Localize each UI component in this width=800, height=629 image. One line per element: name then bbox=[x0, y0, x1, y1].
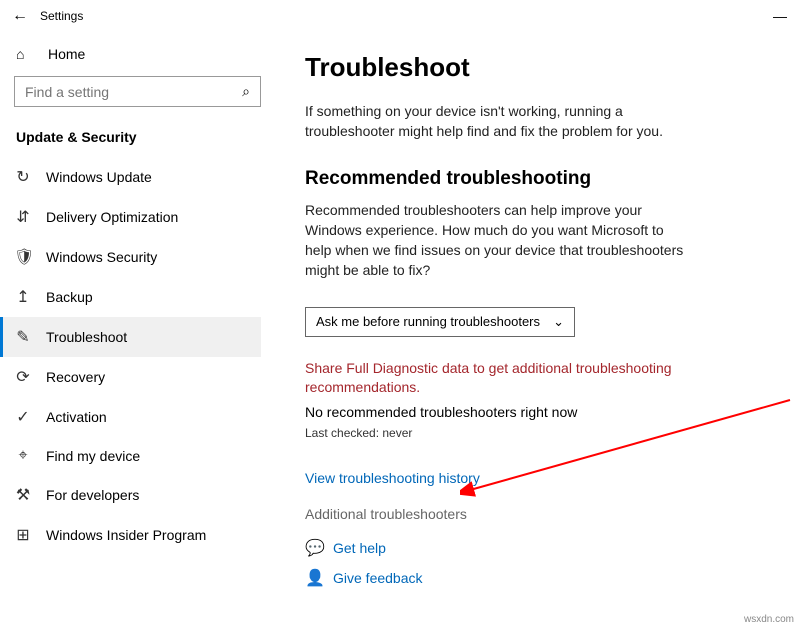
give-feedback-row: 👤 Give feedback bbox=[305, 568, 770, 588]
home-icon: ⌂ bbox=[16, 46, 34, 62]
insider-icon: ⊞ bbox=[14, 525, 32, 545]
tools-icon: ⚒ bbox=[14, 485, 32, 505]
sidebar-item-label: Troubleshoot bbox=[46, 329, 127, 345]
minimize-button[interactable]: — bbox=[766, 8, 794, 24]
search-input[interactable]: ⌕ bbox=[14, 76, 261, 107]
sidebar-item-delivery-optimization[interactable]: ⇵ Delivery Optimization bbox=[0, 197, 261, 237]
give-feedback-link[interactable]: Give feedback bbox=[333, 570, 423, 586]
dropdown-value: Ask me before running troubleshooters bbox=[316, 314, 540, 329]
additional-troubleshooters-header[interactable]: Additional troubleshooters bbox=[305, 506, 770, 522]
shield-icon: 🛡 bbox=[14, 247, 32, 267]
locate-icon: ⌖ bbox=[14, 447, 32, 465]
sidebar-item-windows-security[interactable]: 🛡 Windows Security bbox=[0, 237, 261, 277]
window-title: Settings bbox=[40, 9, 83, 23]
page-title: Troubleshoot bbox=[305, 52, 770, 83]
main-content: Troubleshoot If something on your device… bbox=[275, 32, 800, 629]
back-button[interactable]: ← bbox=[6, 7, 34, 25]
recommended-desc: Recommended troubleshooters can help imp… bbox=[305, 200, 685, 281]
history-link[interactable]: View troubleshooting history bbox=[305, 470, 480, 486]
watermark: wsxdn.com bbox=[744, 614, 794, 625]
troubleshoot-mode-dropdown[interactable]: Ask me before running troubleshooters ⌄ bbox=[305, 307, 575, 337]
sidebar-item-label: Windows Update bbox=[46, 169, 152, 185]
sidebar-item-windows-insider[interactable]: ⊞ Windows Insider Program bbox=[0, 515, 261, 555]
sidebar-item-label: Find my device bbox=[46, 448, 140, 464]
sidebar-item-troubleshoot[interactable]: ✎ Troubleshoot bbox=[0, 317, 261, 357]
recommended-heading: Recommended troubleshooting bbox=[305, 168, 770, 190]
feedback-icon: 👤 bbox=[305, 568, 323, 588]
category-header: Update & Security bbox=[14, 125, 261, 157]
intro-text: If something on your device isn't workin… bbox=[305, 101, 685, 142]
chat-icon: 💬 bbox=[305, 538, 323, 558]
get-help-link[interactable]: Get help bbox=[333, 540, 386, 556]
get-help-row: 💬 Get help bbox=[305, 538, 770, 558]
upload-icon: ↥ bbox=[14, 287, 32, 307]
sidebar-item-label: Delivery Optimization bbox=[46, 209, 178, 225]
last-checked-text: Last checked: never bbox=[305, 426, 770, 440]
diagnostic-warning: Share Full Diagnostic data to get additi… bbox=[305, 359, 685, 398]
updown-icon: ⇵ bbox=[14, 207, 32, 227]
no-recommendations-text: No recommended troubleshooters right now bbox=[305, 404, 770, 420]
sidebar: ⌂ Home ⌕ Update & Security ↻ Windows Upd… bbox=[0, 32, 275, 629]
sidebar-item-backup[interactable]: ↥ Backup bbox=[0, 277, 261, 317]
check-icon: ✓ bbox=[14, 407, 32, 427]
home-nav[interactable]: ⌂ Home bbox=[14, 40, 261, 76]
sidebar-item-activation[interactable]: ✓ Activation bbox=[0, 397, 261, 437]
titlebar: ← Settings — bbox=[0, 0, 800, 32]
sidebar-item-label: For developers bbox=[46, 487, 139, 503]
sidebar-item-recovery[interactable]: ⟳ Recovery bbox=[0, 357, 261, 397]
home-label: Home bbox=[48, 46, 85, 62]
sync-icon: ↻ bbox=[14, 167, 32, 187]
sidebar-item-for-developers[interactable]: ⚒ For developers bbox=[0, 475, 261, 515]
search-icon: ⌕ bbox=[242, 83, 250, 100]
wrench-icon: ✎ bbox=[14, 327, 32, 347]
sidebar-item-label: Backup bbox=[46, 289, 93, 305]
sidebar-item-find-my-device[interactable]: ⌖ Find my device bbox=[0, 437, 261, 475]
sidebar-item-label: Activation bbox=[46, 409, 107, 425]
sidebar-item-label: Windows Insider Program bbox=[46, 527, 206, 543]
sidebar-item-label: Recovery bbox=[46, 369, 105, 385]
recovery-icon: ⟳ bbox=[14, 367, 32, 387]
sidebar-item-label: Windows Security bbox=[46, 249, 157, 265]
search-field[interactable] bbox=[25, 84, 225, 100]
sidebar-item-windows-update[interactable]: ↻ Windows Update bbox=[0, 157, 261, 197]
chevron-down-icon: ⌄ bbox=[553, 314, 564, 330]
